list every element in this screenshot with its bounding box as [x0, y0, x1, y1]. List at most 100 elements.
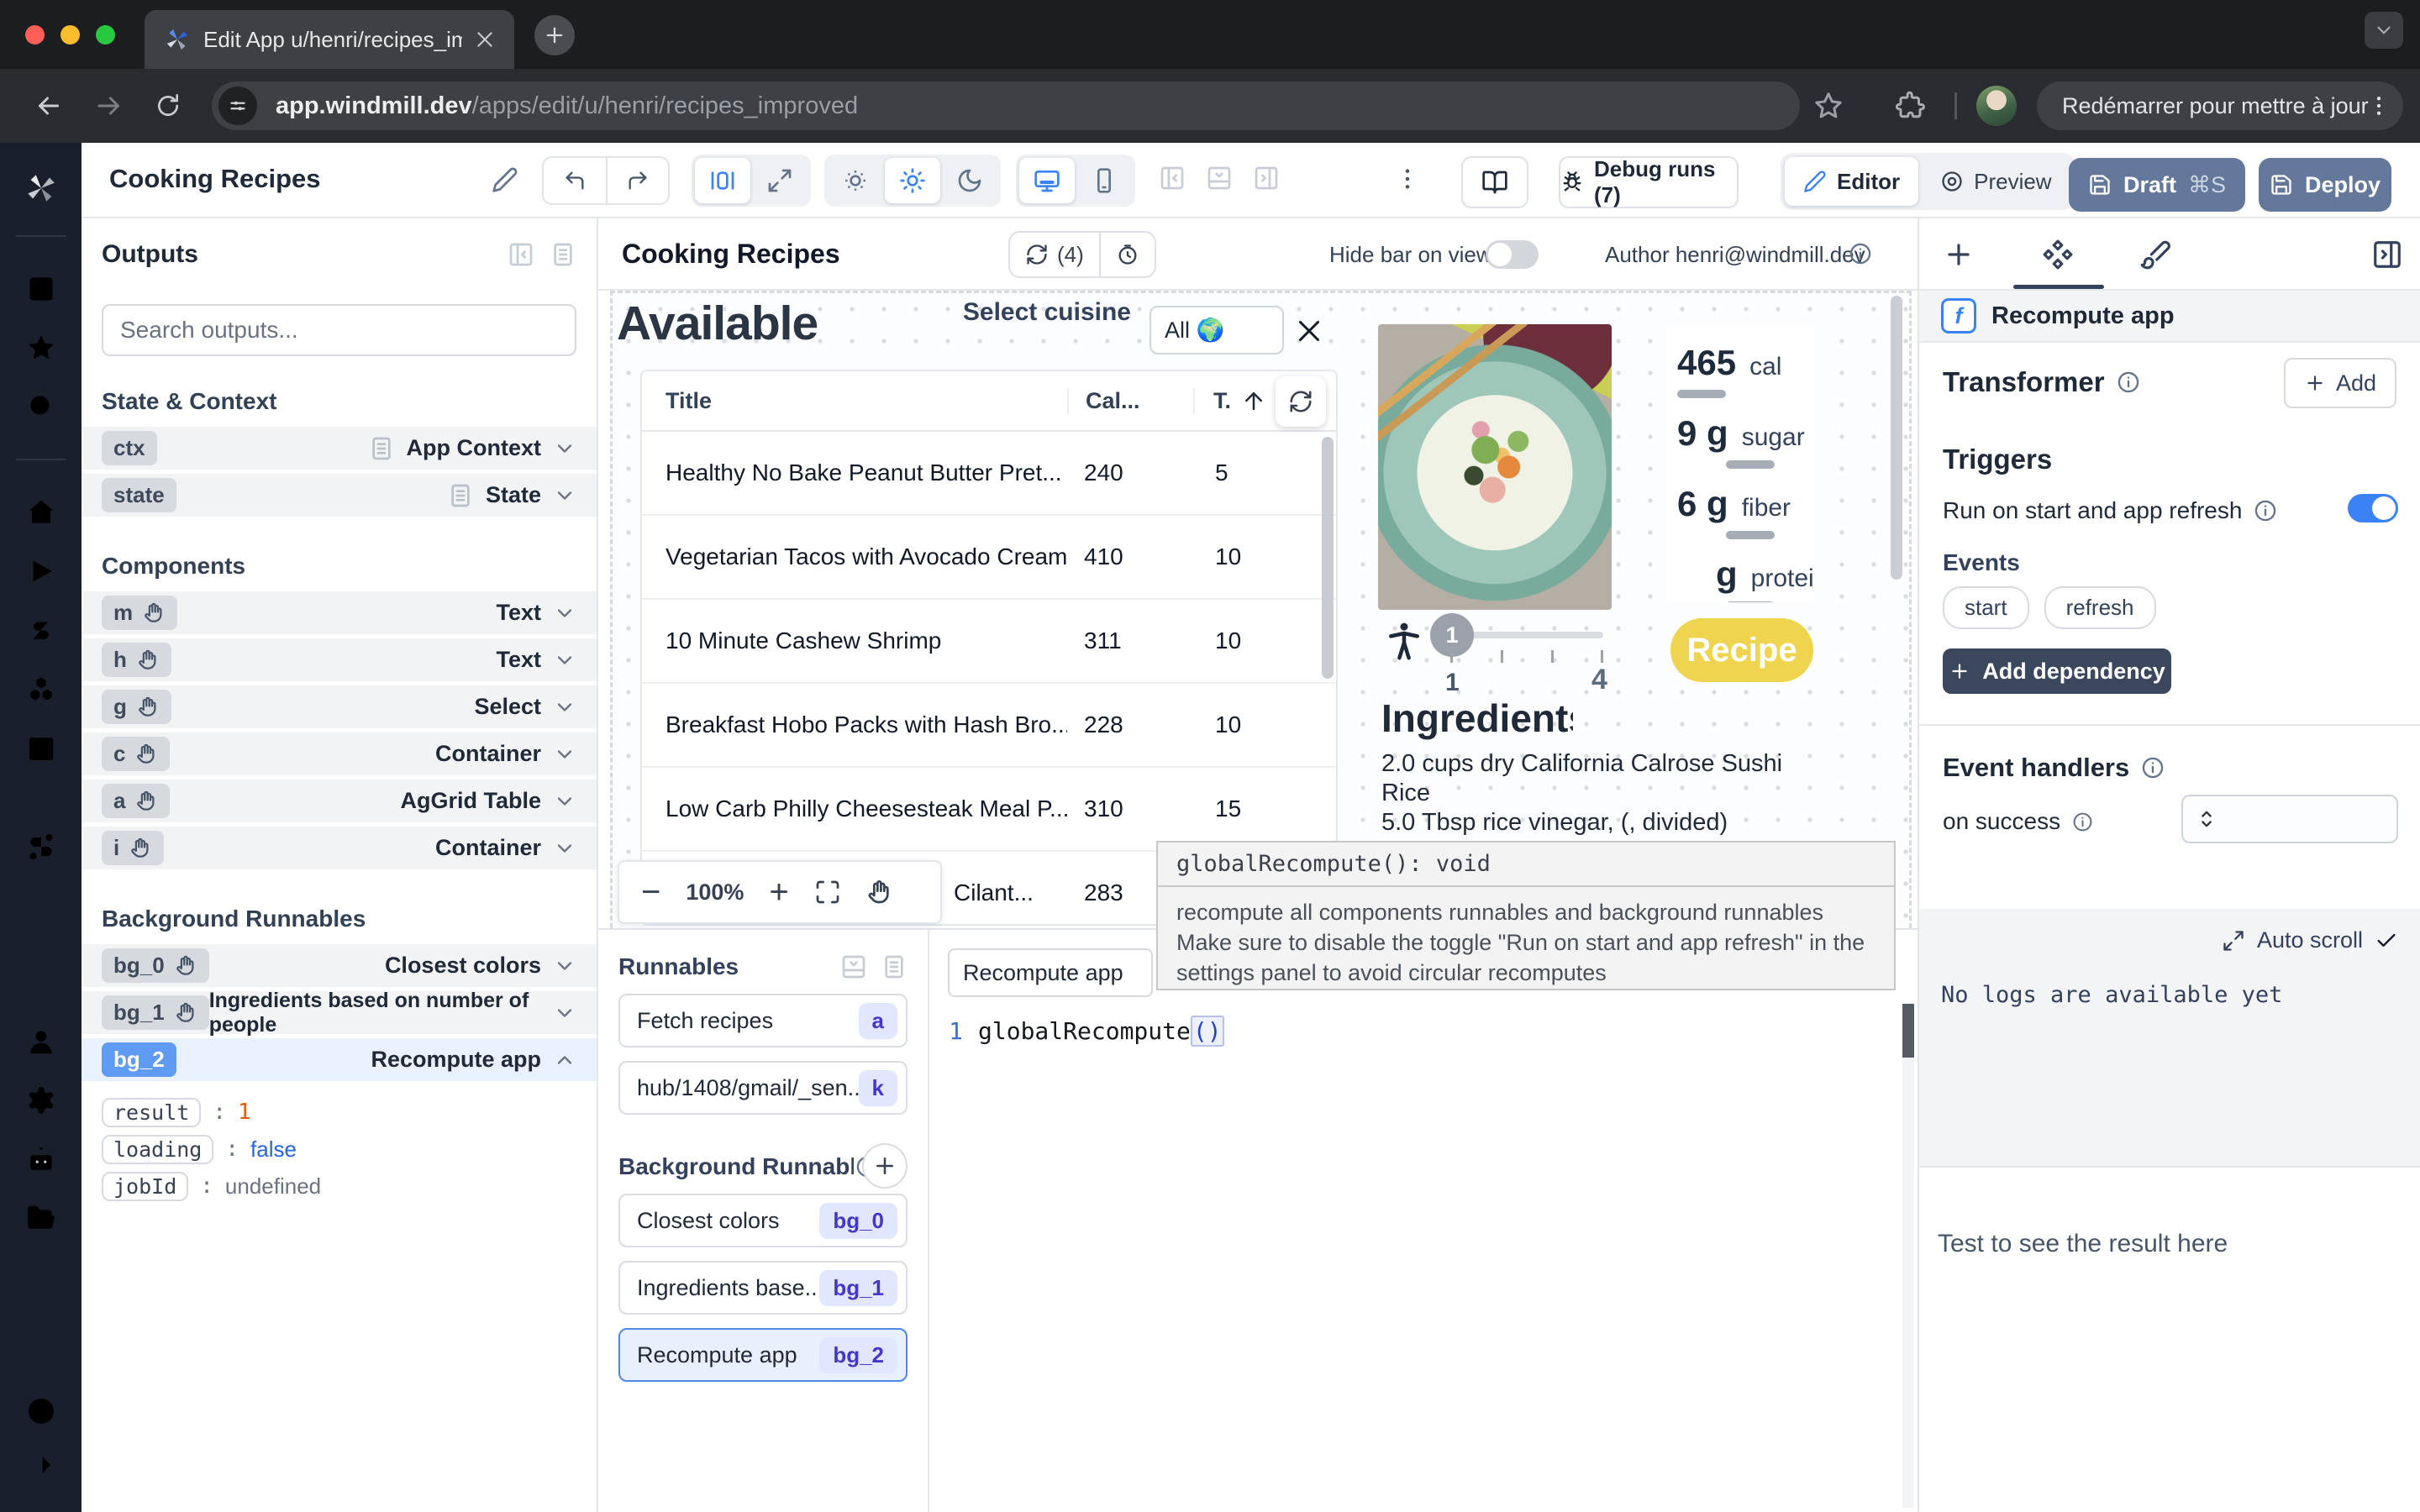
sidebar-item-workspace-icon[interactable]: [25, 273, 57, 305]
docs-button[interactable]: [1461, 156, 1528, 208]
chevron-up-icon[interactable]: [553, 1048, 576, 1072]
editor-mode-button[interactable]: Editor: [1785, 157, 1918, 206]
bg-id-badge[interactable]: bg_1: [102, 995, 209, 1030]
site-settings-icon[interactable]: [218, 87, 257, 125]
toggle-bottom-panel-icon[interactable]: [1206, 165, 1233, 192]
browser-tab[interactable]: Edit App u/henri/recipes_impr: [145, 10, 514, 69]
styling-tab-icon[interactable]: [2139, 239, 2171, 270]
add-background-runnable-button[interactable]: [862, 1143, 908, 1189]
expand-logs-icon[interactable]: [2222, 929, 2245, 953]
bg-id-badge[interactable]: bg_0: [102, 948, 209, 983]
table-row[interactable]: Vegetarian Tacos with Avocado Cream41010: [642, 516, 1336, 600]
deploy-button[interactable]: Deploy: [2259, 158, 2391, 212]
component-id-badge[interactable]: i: [102, 831, 164, 865]
new-tab-button[interactable]: [534, 15, 575, 55]
browser-profile-avatar[interactable]: [1976, 86, 2017, 126]
chevron-down-icon[interactable]: [553, 437, 576, 460]
draft-button[interactable]: Draft ⌘S: [2069, 158, 2245, 212]
output-id-badge[interactable]: ctx: [102, 431, 157, 465]
undo-button[interactable]: [544, 158, 606, 203]
clear-select-icon[interactable]: [1294, 316, 1324, 346]
runnable-card-fetch-recipes[interactable]: Fetch recipesa: [618, 994, 908, 1047]
outputs-doc-icon[interactable]: [550, 241, 576, 268]
auto-scroll-check-icon[interactable]: [2375, 929, 2398, 953]
hide-bar-toggle[interactable]: [1486, 240, 1539, 269]
history-button[interactable]: [1099, 233, 1155, 276]
theme-dark-button[interactable]: [942, 158, 997, 203]
theme-auto-button[interactable]: [828, 158, 883, 203]
sidebar-item-favorites-icon[interactable]: [25, 332, 57, 364]
edit-title-icon[interactable]: [492, 166, 518, 193]
output-row-ctx[interactable]: ctx App Context: [82, 427, 597, 474]
bg-runnable-card-closest-colors[interactable]: Closest colorsbg_0: [618, 1194, 908, 1247]
editor-scrollbar[interactable]: [1902, 1004, 1914, 1508]
component-row-g[interactable]: g Select: [82, 685, 597, 732]
sidebar-item-settings-icon[interactable]: [25, 1084, 57, 1116]
column-header-title[interactable]: Title: [642, 388, 1067, 414]
component-row-i[interactable]: i Container: [82, 827, 597, 874]
window-close-button[interactable]: [25, 25, 45, 45]
theme-light-button[interactable]: [885, 158, 940, 203]
component-row-h[interactable]: h Text: [82, 638, 597, 685]
column-header-calories[interactable]: Cal...: [1067, 388, 1193, 414]
browser-update-button[interactable]: Redémarrer pour mettre à jour: [2037, 81, 2403, 130]
sidebar-item-users-icon[interactable]: [25, 1026, 57, 1058]
output-row-state[interactable]: state State: [82, 474, 597, 521]
chevron-down-icon[interactable]: [553, 1001, 576, 1025]
bg-runnable-card-ingredients[interactable]: Ingredients base...bg_1: [618, 1261, 908, 1315]
sidebar-item-schedules-icon[interactable]: [25, 732, 57, 764]
sidebar-item-flows-icon[interactable]: [25, 831, 57, 863]
component-id-badge[interactable]: a: [102, 784, 170, 818]
bg-runnable-row-bg0[interactable]: bg_0 Closest colors: [82, 944, 597, 991]
component-row-m[interactable]: m Text: [82, 591, 597, 638]
sidebar-item-search-icon[interactable]: [25, 391, 57, 423]
zoom-in-button[interactable]: +: [769, 875, 788, 909]
table-row[interactable]: Breakfast Hobo Packs with Hash Bro...228…: [642, 684, 1336, 768]
chevron-down-icon[interactable]: [553, 954, 576, 978]
more-options-icon[interactable]: [1394, 165, 1421, 192]
table-row[interactable]: 10 Minute Cashew Shrimp31110: [642, 600, 1336, 684]
code-editor-line[interactable]: 1 globalRecompute(): [931, 1011, 1224, 1051]
zoom-out-button[interactable]: −: [641, 875, 660, 909]
reload-icon[interactable]: [155, 92, 182, 119]
sidebar-item-variables-icon[interactable]: [25, 614, 57, 646]
recipe-button[interactable]: Recipe: [1670, 618, 1813, 682]
redo-button[interactable]: [606, 158, 668, 203]
add-transformer-button[interactable]: Add: [2284, 358, 2396, 408]
toggle-left-panel-icon[interactable]: [1159, 165, 1186, 192]
servings-slider[interactable]: 1 1 4: [1430, 610, 1607, 690]
tab-close-icon[interactable]: [474, 29, 496, 50]
auto-scroll-label[interactable]: Auto scroll: [2257, 927, 2363, 953]
component-id-badge[interactable]: g: [102, 690, 171, 724]
sidebar-item-help-icon[interactable]: [25, 1395, 57, 1427]
table-row[interactable]: Low Carb Philly Cheesesteak Meal P...310…: [642, 768, 1336, 852]
chevron-down-icon[interactable]: [553, 648, 576, 672]
mobile-view-button[interactable]: [1076, 158, 1132, 203]
sidebar-item-folders-icon[interactable]: [25, 1202, 57, 1234]
collapse-panel-icon[interactable]: [508, 241, 534, 268]
preview-mode-button[interactable]: Preview: [1922, 157, 2070, 206]
available-heading[interactable]: Available: [617, 296, 818, 351]
component-row-a[interactable]: a AgGrid Table: [82, 780, 597, 827]
table-row[interactable]: Healthy No Bake Peanut Butter Pret...240…: [642, 432, 1336, 516]
bookmark-star-icon[interactable]: [1813, 91, 1844, 121]
window-maximize-button[interactable]: [96, 25, 115, 45]
sidebar-item-add-icon[interactable]: [25, 890, 57, 921]
desktop-view-button[interactable]: [1019, 158, 1075, 203]
component-id-badge[interactable]: h: [102, 643, 171, 677]
back-icon[interactable]: [34, 91, 64, 121]
window-chevron-button[interactable]: [2365, 12, 2403, 49]
collapse-bottom-panel-icon[interactable]: [840, 953, 867, 980]
chevron-down-icon[interactable]: [553, 743, 576, 766]
runnable-name-input[interactable]: [948, 948, 1153, 997]
search-outputs-input[interactable]: [102, 304, 576, 356]
chevron-down-icon[interactable]: [553, 601, 576, 625]
bg-id-badge-selected[interactable]: bg_2: [102, 1042, 176, 1077]
sidebar-expand-icon[interactable]: [25, 1449, 57, 1481]
chevron-down-icon[interactable]: [553, 837, 576, 860]
sidebar-item-audit-logs-icon[interactable]: [25, 1261, 57, 1293]
forward-icon[interactable]: [94, 91, 124, 121]
component-id-badge[interactable]: c: [102, 737, 170, 771]
run-on-start-toggle[interactable]: [2348, 494, 2398, 522]
refresh-app-button[interactable]: (4): [1010, 233, 1099, 276]
